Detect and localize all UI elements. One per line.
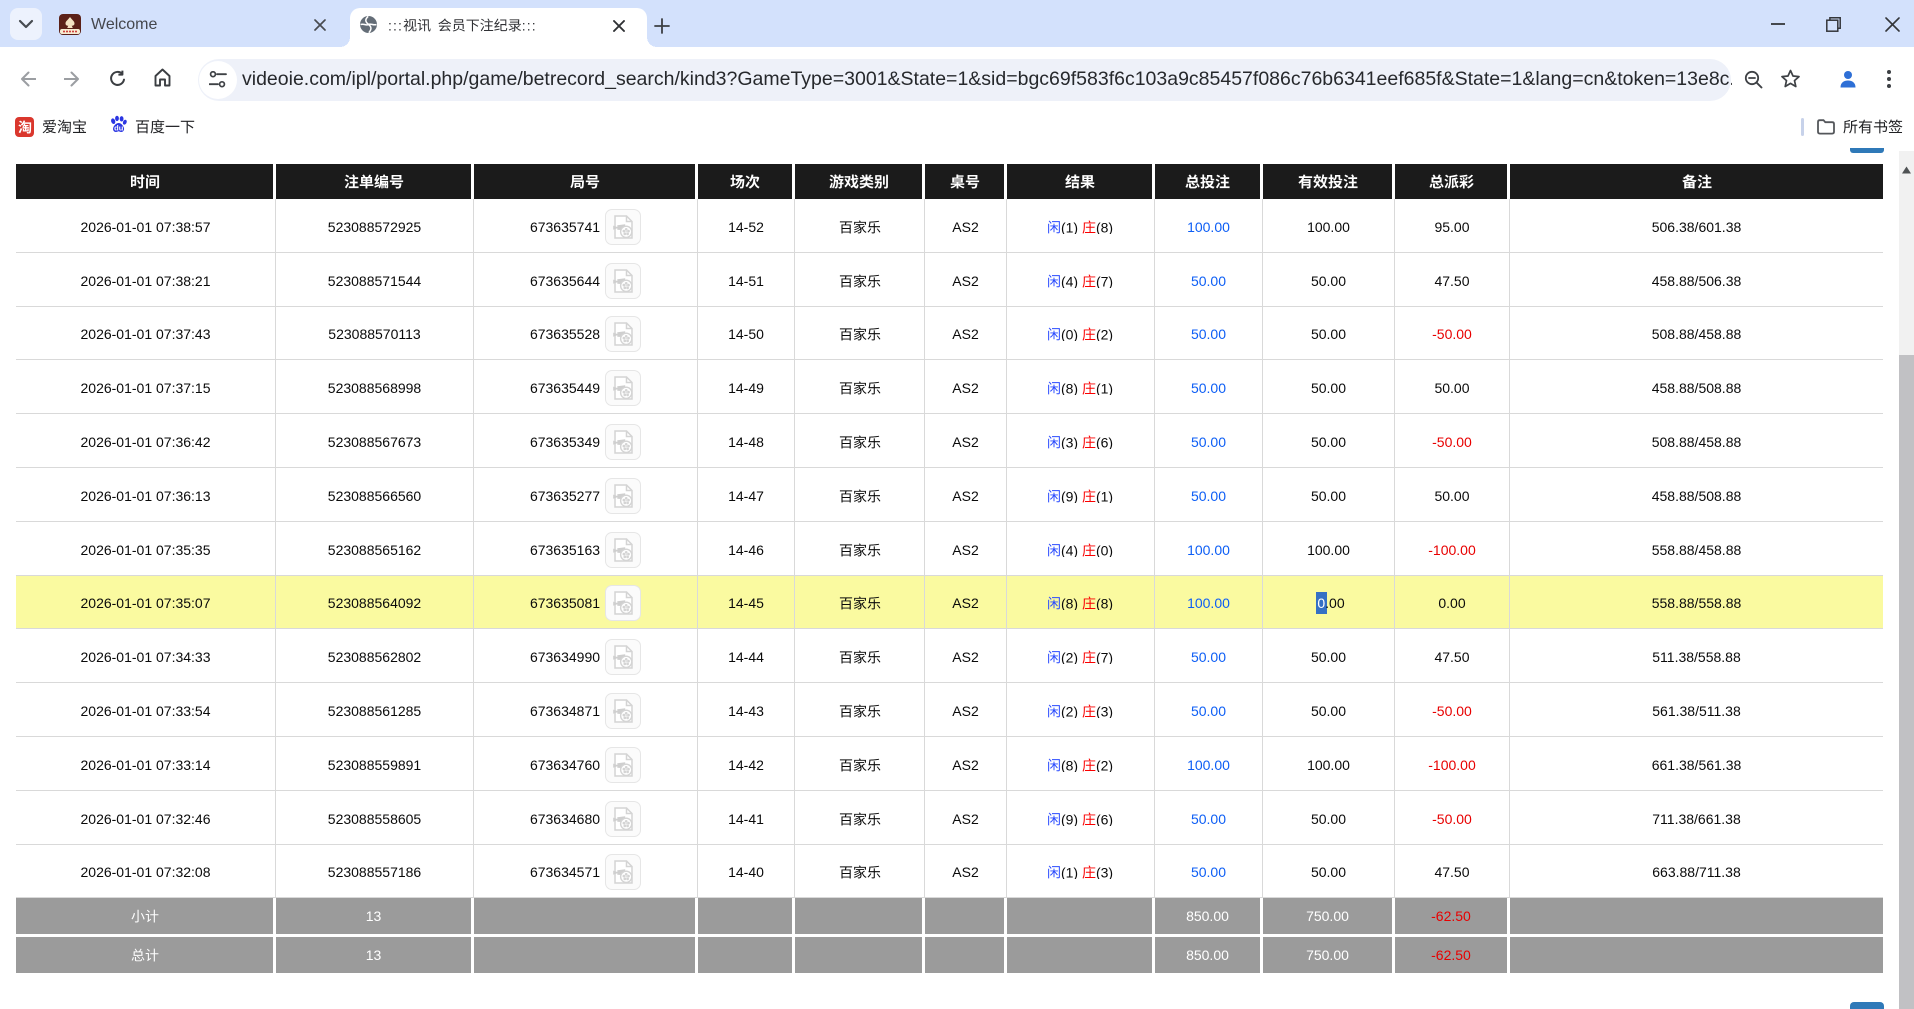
svg-text:(8): (8) — [1061, 596, 1078, 610]
svg-text:(0): (0) — [1096, 543, 1113, 557]
svg-text:(8): (8) — [1096, 220, 1113, 234]
svg-text:(6): (6) — [1096, 435, 1113, 449]
svg-text:(9): (9) — [1061, 489, 1078, 503]
svg-text:(3): (3) — [1096, 704, 1113, 718]
svg-text:(1): (1) — [1061, 865, 1078, 879]
svg-text::::: ::: — [522, 18, 537, 32]
svg-text:(4): (4) — [1061, 274, 1078, 288]
svg-text:(1): (1) — [1061, 220, 1078, 234]
svg-text:(6): (6) — [1096, 812, 1113, 826]
svg-text:(2): (2) — [1096, 758, 1113, 772]
svg-text:(4): (4) — [1061, 543, 1078, 557]
svg-text:(1): (1) — [1096, 489, 1113, 503]
svg-text:(9): (9) — [1061, 812, 1078, 826]
svg-text:(8): (8) — [1061, 758, 1078, 772]
svg-text:(3): (3) — [1061, 435, 1078, 449]
svg-text:(7): (7) — [1096, 650, 1113, 664]
svg-text:(2): (2) — [1061, 650, 1078, 664]
svg-text:(2): (2) — [1096, 327, 1113, 341]
svg-text:du: du — [114, 123, 124, 132]
svg-text:(2): (2) — [1061, 704, 1078, 718]
svg-text::::: ::: — [388, 18, 403, 32]
svg-text:(8): (8) — [1096, 596, 1113, 610]
svg-text:(8): (8) — [1061, 381, 1078, 395]
svg-text:(0): (0) — [1061, 327, 1078, 341]
svg-text:(1): (1) — [1096, 381, 1113, 395]
svg-text:(3): (3) — [1096, 865, 1113, 879]
svg-text:(7): (7) — [1096, 274, 1113, 288]
